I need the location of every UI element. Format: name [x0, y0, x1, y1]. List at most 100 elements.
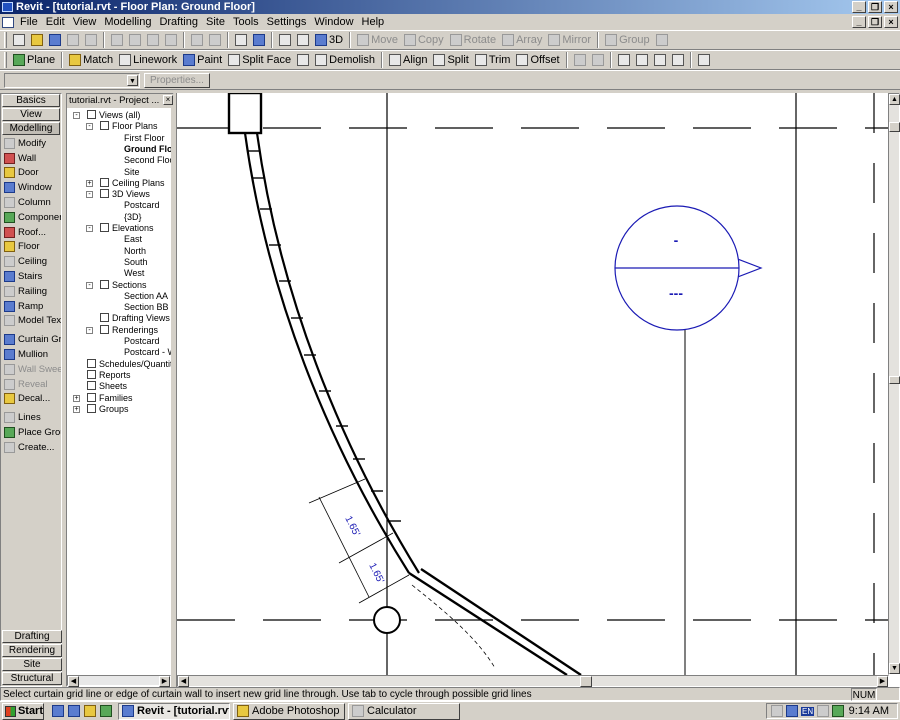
- join-button[interactable]: [615, 51, 633, 69]
- straight-wall-inner[interactable]: [420, 567, 582, 675]
- scroll-left-icon[interactable]: ◀: [68, 676, 79, 687]
- floor-plan-drawing[interactable]: - --- 1.65' 1.65': [177, 93, 889, 675]
- close-icon[interactable]: ×: [163, 95, 173, 105]
- thin-lines-button[interactable]: [232, 31, 250, 49]
- cut-button-2[interactable]: [669, 51, 687, 69]
- menu-tools[interactable]: Tools: [229, 14, 263, 30]
- design-tool-ramp[interactable]: Ramp: [1, 299, 61, 314]
- mirror-button[interactable]: Mirror: [545, 31, 594, 49]
- browser-node[interactable]: Sheets: [87, 381, 127, 392]
- design-tool-roof[interactable]: Roof...: [1, 225, 61, 240]
- tab-basics[interactable]: Basics: [2, 94, 60, 107]
- collapse-icon[interactable]: -: [73, 112, 80, 119]
- globe-icon[interactable]: [786, 705, 798, 717]
- properties-button[interactable]: Properties...: [144, 72, 210, 88]
- start-button[interactable]: Start: [2, 702, 44, 720]
- delete-button[interactable]: [162, 31, 180, 49]
- design-tool-mullion[interactable]: Mullion: [1, 347, 61, 362]
- tab-drafting[interactable]: Drafting: [2, 630, 62, 643]
- task-button[interactable]: Revit - [tutorial.rvt ...: [118, 702, 230, 720]
- cut-geometry-button[interactable]: [294, 51, 312, 69]
- expand-icon[interactable]: +: [86, 179, 93, 187]
- minimize-button[interactable]: _: [852, 1, 866, 13]
- split-face-button[interactable]: Split Face: [225, 51, 294, 69]
- browser-node[interactable]: Second Floor: [124, 155, 171, 166]
- browser-node[interactable]: First Floor: [124, 133, 165, 144]
- chevron-down-icon[interactable]: ▼: [127, 74, 138, 86]
- browser-node[interactable]: Sections: [100, 279, 147, 291]
- undo-button[interactable]: [188, 31, 206, 49]
- dimension-text-1[interactable]: 1.65': [342, 514, 362, 538]
- browser-node[interactable]: Postcard - Wall...: [124, 347, 171, 358]
- copy-monitor-button[interactable]: [695, 51, 713, 69]
- expand-icon[interactable]: +: [73, 394, 80, 402]
- trim-button[interactable]: Trim: [472, 51, 514, 69]
- print-button[interactable]: [82, 31, 100, 49]
- zoom-button[interactable]: [294, 31, 312, 49]
- scroll-left-icon[interactable]: ◀: [178, 676, 189, 687]
- design-tool-window[interactable]: Window: [1, 180, 61, 195]
- view-3d-button[interactable]: 3D: [312, 31, 346, 49]
- browser-divider[interactable]: [171, 108, 175, 688]
- plane-button[interactable]: Plane: [10, 51, 58, 69]
- browser-node[interactable]: Floor Plans: [100, 121, 158, 132]
- browser-horizontal-scrollbar[interactable]: ◀ ▶: [67, 675, 171, 687]
- scroll-thumb-vertical-2[interactable]: [889, 376, 900, 384]
- wall-join-button[interactable]: [651, 51, 669, 69]
- curtain-wall-inner-edge[interactable]: [255, 132, 420, 574]
- copy-button[interactable]: Copy: [401, 31, 447, 49]
- desktop-icon[interactable]: [52, 705, 64, 717]
- array-button[interactable]: Array: [499, 31, 545, 49]
- type-selector[interactable]: ▼: [4, 72, 140, 88]
- scroll-right-icon[interactable]: ▶: [877, 676, 888, 687]
- browser-node[interactable]: Reports: [87, 369, 131, 381]
- paint-button[interactable]: Paint: [180, 51, 225, 69]
- design-tool-create[interactable]: Create...: [1, 440, 61, 455]
- move-button[interactable]: Move: [354, 31, 401, 49]
- internet-explorer-icon[interactable]: [68, 705, 80, 717]
- straight-wall-outer[interactable]: [408, 571, 568, 675]
- language-indicator[interactable]: EN: [801, 706, 815, 716]
- doc-close-button[interactable]: ×: [884, 16, 898, 28]
- collapse-icon[interactable]: -: [86, 281, 93, 289]
- menu-window[interactable]: Window: [310, 14, 357, 30]
- menu-view[interactable]: View: [69, 14, 101, 30]
- browser-node[interactable]: Groups: [87, 403, 129, 415]
- design-tool-component[interactable]: Component: [1, 210, 61, 225]
- close-button[interactable]: ×: [884, 1, 898, 13]
- media-player-icon[interactable]: [100, 705, 112, 717]
- design-tool-modify[interactable]: Modify: [1, 136, 61, 151]
- canvas-horizontal-scrollbar[interactable]: ◀ ▶: [177, 675, 889, 687]
- canvas-vertical-scrollbar[interactable]: ▲ ▼: [888, 93, 900, 675]
- browser-node[interactable]: Ground Floor: [124, 144, 171, 155]
- browser-node[interactable]: East: [124, 234, 142, 245]
- dimension-text-2[interactable]: 1.65': [366, 561, 386, 585]
- browser-node[interactable]: Section AA: [124, 291, 168, 302]
- browser-node[interactable]: Section BB: [124, 302, 169, 313]
- align-button[interactable]: Align: [386, 51, 430, 69]
- grid-bubble[interactable]: [373, 606, 401, 634]
- browser-node[interactable]: Elevations: [100, 223, 154, 234]
- browser-node[interactable]: Schedules/Quantities: [87, 358, 171, 370]
- cut-button[interactable]: [108, 31, 126, 49]
- dynamic-view-button[interactable]: [276, 31, 294, 49]
- scroll-up-icon[interactable]: ▲: [889, 94, 900, 105]
- menu-file[interactable]: File: [16, 14, 42, 30]
- document-icon[interactable]: [2, 16, 14, 28]
- curtain-wall-outer-edge[interactable]: [243, 132, 410, 574]
- browser-node[interactable]: 3D Views: [100, 189, 150, 200]
- demolish-button[interactable]: Demolish: [312, 51, 378, 69]
- unpin-button[interactable]: [589, 51, 607, 69]
- split-button[interactable]: Split: [430, 51, 471, 69]
- menu-modelling[interactable]: Modelling: [100, 14, 155, 30]
- linework-button[interactable]: Linework: [116, 51, 180, 69]
- design-tool-lines[interactable]: Lines: [1, 410, 61, 425]
- design-tool-decal[interactable]: Decal...: [1, 392, 61, 407]
- menu-drafting[interactable]: Drafting: [155, 14, 202, 30]
- browser-node[interactable]: Postcard: [124, 336, 160, 347]
- design-tool-door[interactable]: Door: [1, 166, 61, 181]
- tab-modelling[interactable]: Modelling: [2, 122, 60, 135]
- tab-structural[interactable]: Structural: [2, 672, 62, 685]
- drawing-area[interactable]: - --- 1.65' 1.65' ▲ ▼ ◀ ▶: [176, 93, 900, 687]
- browser-node[interactable]: Families: [87, 392, 133, 404]
